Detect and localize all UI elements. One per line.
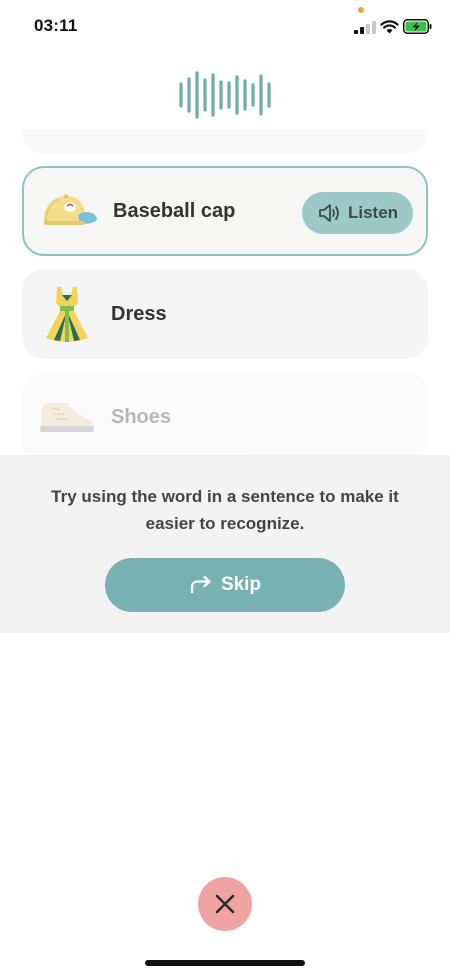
word-card-dress[interactable]: Dress (22, 269, 428, 359)
home-indicator[interactable] (145, 960, 305, 966)
word-label: Baseball cap (113, 199, 236, 222)
speaker-icon (319, 204, 339, 222)
signal-icon (354, 21, 376, 34)
battery-charging-icon (403, 19, 432, 34)
word-card-baseball-cap[interactable]: Baseball cap Listen (22, 166, 428, 256)
status-time: 03:11 (34, 16, 78, 35)
hint-text: Try using the word in a sentence to make… (51, 487, 399, 533)
list-item-partial (22, 130, 428, 154)
redo-arrow-icon (190, 575, 211, 594)
shoe-icon (38, 388, 96, 446)
word-label: Shoes (111, 405, 172, 428)
skip-label: Skip (220, 574, 262, 595)
privacy-indicator-dot (358, 7, 364, 13)
word-card-shoes[interactable]: Shoes (22, 372, 428, 455)
listen-label: Listen (347, 203, 399, 222)
wifi-icon (380, 20, 399, 34)
waveform-icon (179, 71, 271, 119)
close-button[interactable] (198, 877, 252, 931)
skip-button[interactable]: Skip (105, 558, 345, 612)
status-bar: 03:11 (0, 0, 450, 50)
dress-icon (38, 285, 96, 343)
word-label: Dress (111, 302, 167, 325)
baseball-cap-icon (40, 182, 98, 240)
listen-button[interactable]: Listen (302, 192, 413, 234)
word-list[interactable]: Baseball cap Listen Dress Shoes (0, 130, 450, 455)
hint-panel: Try using the word in a sentence to make… (0, 455, 450, 633)
close-icon (215, 894, 235, 914)
